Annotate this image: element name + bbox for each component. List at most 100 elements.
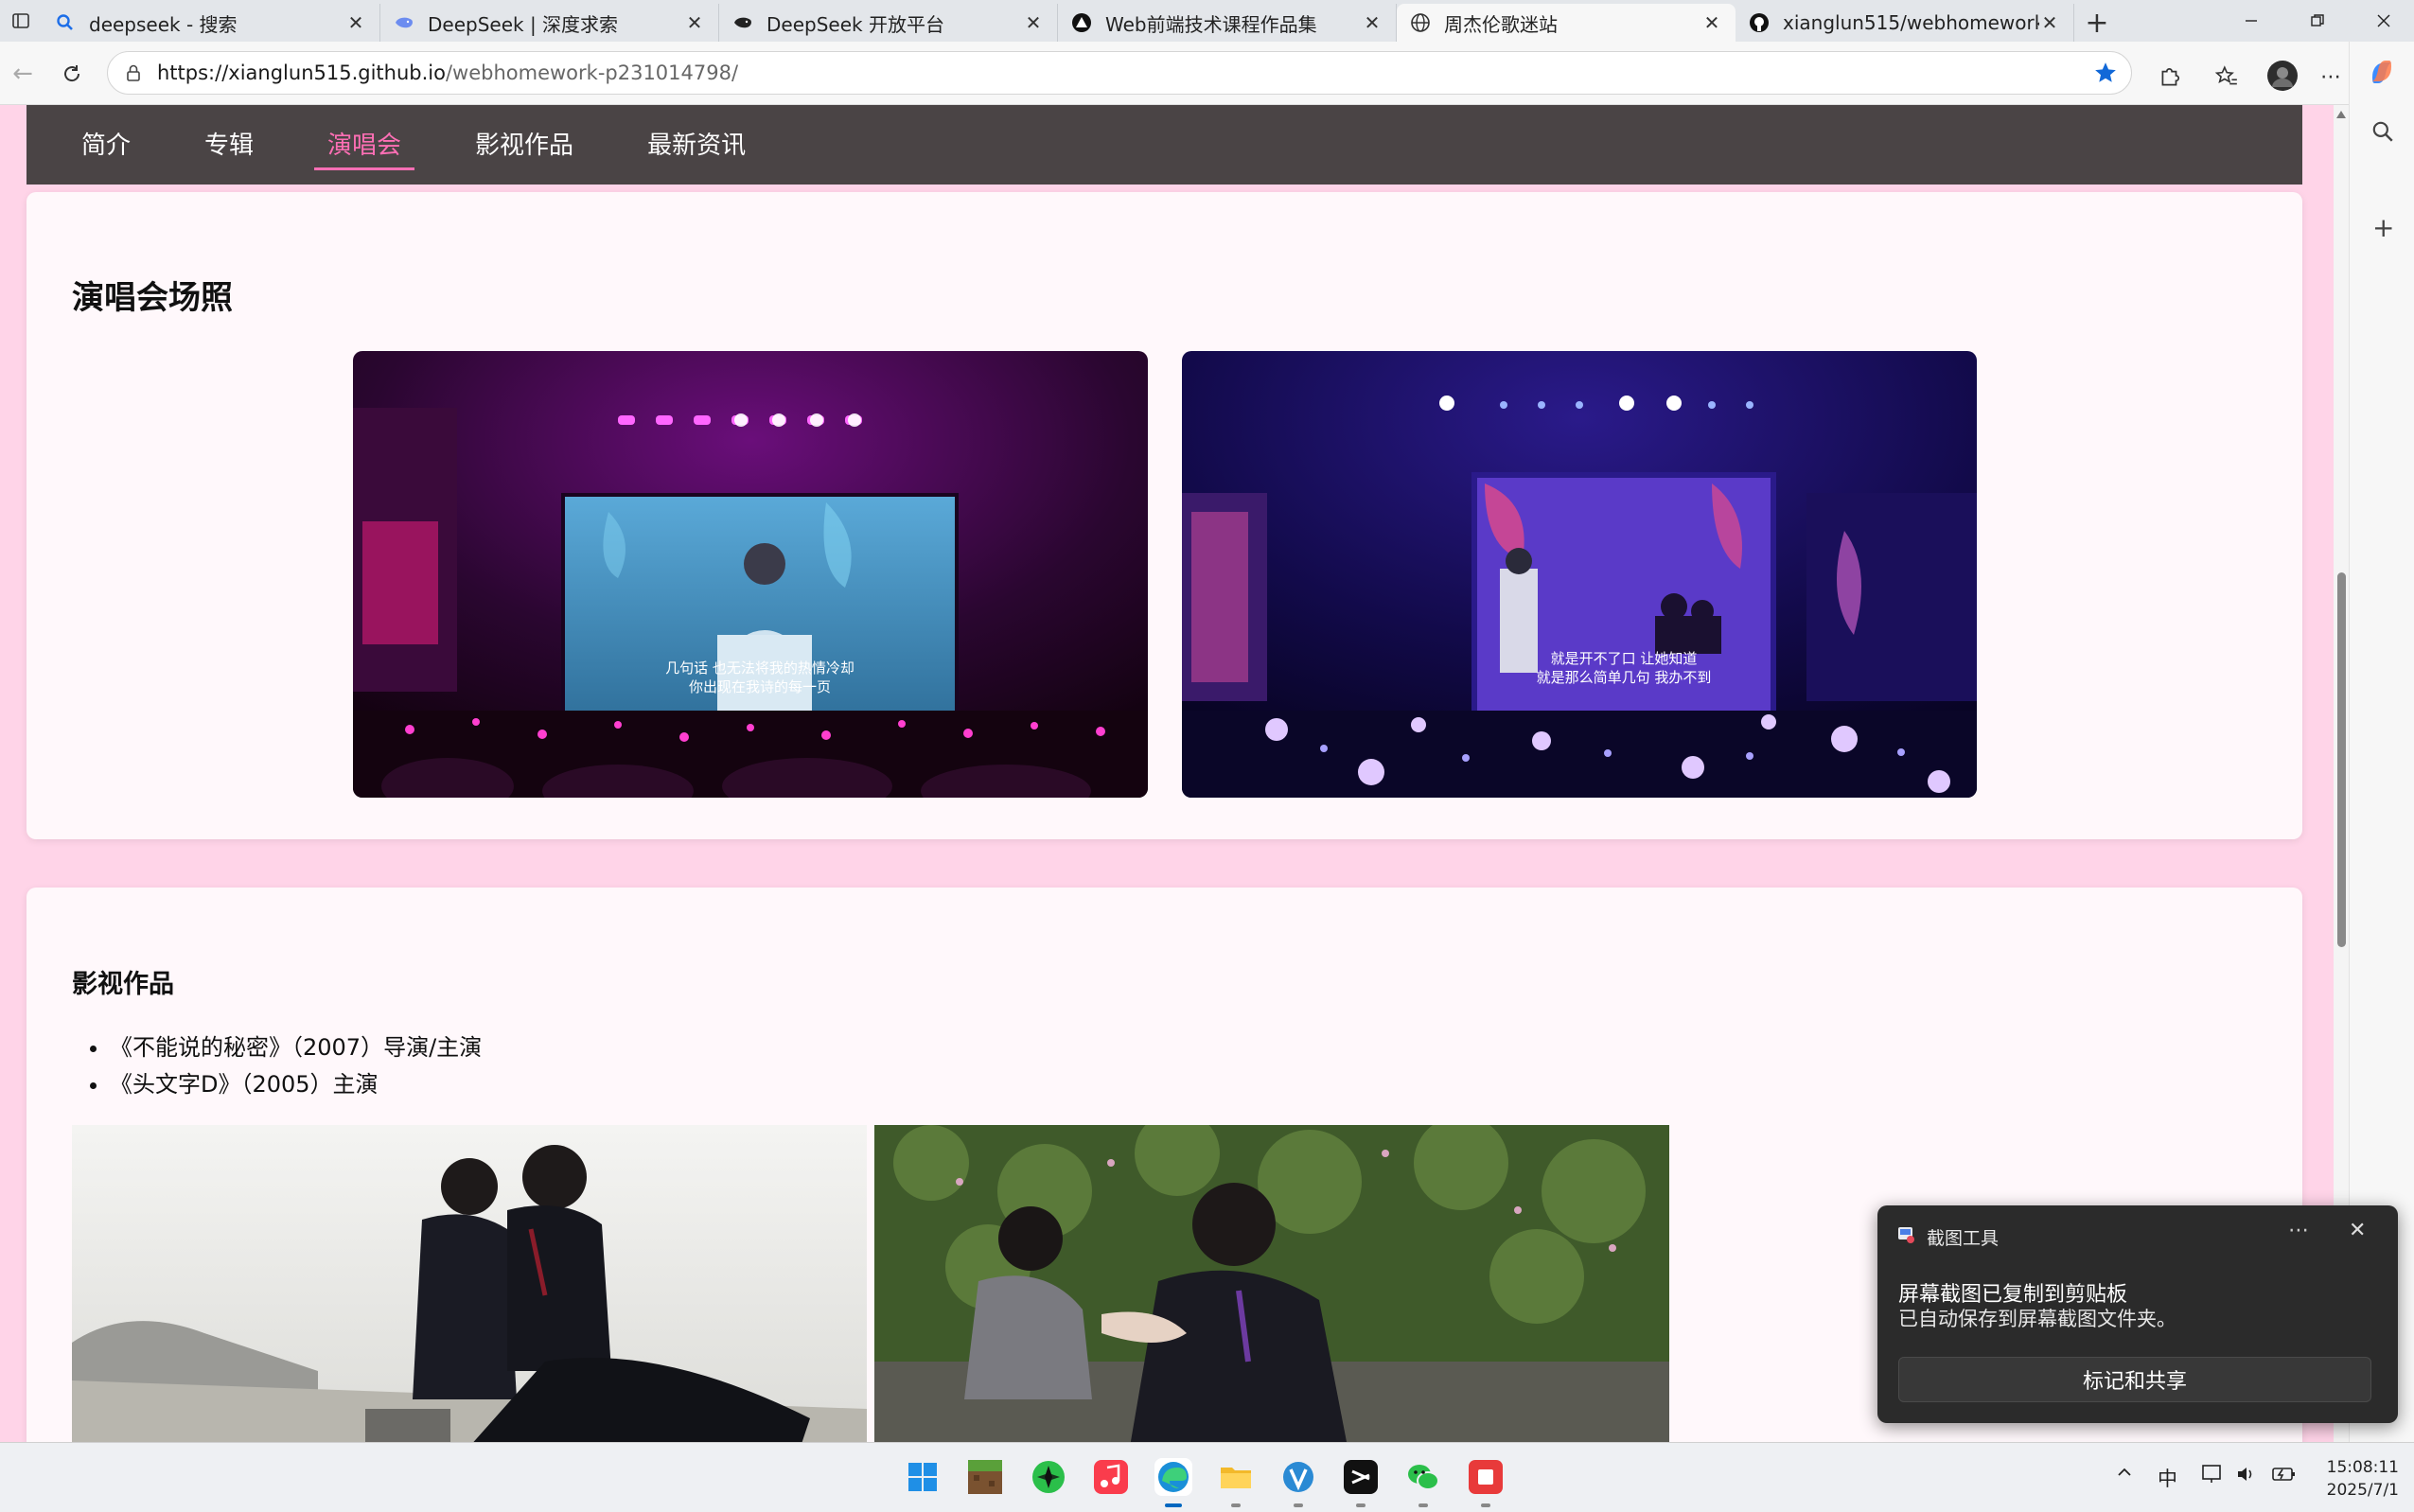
minimize-icon <box>2246 20 2257 22</box>
browser-tab[interactable]: DeepSeek 开放平台 ✕ <box>719 4 1058 42</box>
section-title: 影视作品 <box>72 970 174 999</box>
network-icon <box>2202 1465 2221 1483</box>
360-app[interactable] <box>1030 1458 1067 1496</box>
url-text: https://xianglun515.github.io/webhomewor… <box>157 62 738 84</box>
markup-and-share-button[interactable]: 标记和共享 <box>1898 1357 2371 1402</box>
favorite-star-icon[interactable] <box>2093 61 2118 85</box>
tab-close-icon[interactable]: ✕ <box>1362 11 1383 34</box>
refresh-icon <box>64 65 80 82</box>
running-indicator <box>1231 1503 1241 1507</box>
browser-tab-bar: deepseek - 搜索 ✕ DeepSeek | 深度求索 ✕ DeepSe… <box>0 0 2414 42</box>
folder-icon <box>1221 1468 1251 1488</box>
url-path: /webhomework-p231014798/ <box>445 62 739 84</box>
nav-link-concerts[interactable]: 演唱会 <box>314 120 415 170</box>
ime-indicator[interactable]: 中 <box>2158 1464 2177 1492</box>
copilot-icon <box>2372 61 2391 83</box>
capcut-app[interactable] <box>1342 1458 1380 1507</box>
deepseek-whale-icon <box>394 12 414 33</box>
clock-date: 2025/7/1 <box>2326 1481 2399 1500</box>
browser-toolbar: ← https://xianglun515.github.io/webhomew… <box>0 42 2414 105</box>
tab-title: deepseek - 搜索 <box>89 12 238 36</box>
url-domain: https://xianglun515.github.io <box>157 62 446 84</box>
favorites-list-icon <box>2214 65 2237 85</box>
music-app[interactable] <box>1092 1458 1130 1496</box>
tab-close-icon[interactable]: ✕ <box>2039 11 2060 34</box>
minecraft-grass-block-icon <box>968 1460 1002 1494</box>
more-dots-icon: ⋯ <box>2320 64 2341 89</box>
nav-link-films[interactable]: 影视作品 <box>475 120 573 170</box>
network-button[interactable] <box>2201 1464 2224 1489</box>
running-indicator <box>1165 1503 1182 1507</box>
vscode-like-app[interactable] <box>1279 1458 1317 1507</box>
tab-close-icon[interactable]: ✕ <box>1701 11 1722 34</box>
sidebar-add-button[interactable]: + <box>2372 212 2394 243</box>
edge-app[interactable] <box>1154 1458 1192 1507</box>
github-icon <box>1749 12 1770 33</box>
wechat-app[interactable] <box>1404 1458 1442 1507</box>
toast-app-name: 截图工具 <box>1927 1228 2000 1249</box>
tab-close-icon[interactable]: ✕ <box>345 11 366 34</box>
profile-avatar[interactable] <box>2265 59 2299 93</box>
site-navbar: 简介 专辑 演唱会 影视作品 最新资讯 <box>26 105 2302 185</box>
tab-title: Web前端技术课程作品集 <box>1105 12 1317 36</box>
show-hidden-icons-button[interactable] <box>2116 1464 2133 1486</box>
tab-close-icon[interactable]: ✕ <box>1023 11 1044 34</box>
toast-more-button[interactable]: ⋯ <box>2288 1219 2309 1242</box>
close-window-button[interactable] <box>2351 0 2414 42</box>
browser-tab[interactable]: DeepSeek | 深度求索 ✕ <box>380 4 719 42</box>
minimize-button[interactable] <box>2218 0 2284 42</box>
browser-tab[interactable]: Web前端技术课程作品集 ✕ <box>1058 4 1397 42</box>
tab-title: DeepSeek 开放平台 <box>766 12 944 36</box>
tab-close-icon[interactable]: ✕ <box>684 11 705 34</box>
file-explorer-app[interactable] <box>1217 1458 1255 1507</box>
restore-button[interactable] <box>2284 0 2351 42</box>
browser-tab[interactable]: deepseek - 搜索 ✕ <box>42 4 380 42</box>
running-indicator <box>1418 1503 1428 1507</box>
list-item: 《头文字D》（2005）主演 <box>110 1066 482 1103</box>
nav-link-intro[interactable]: 简介 <box>81 120 131 170</box>
volume-button[interactable] <box>2235 1464 2258 1489</box>
settings-more-button[interactable]: ⋯ <box>2317 62 2345 91</box>
start-button[interactable] <box>904 1458 942 1496</box>
battery-charging-icon <box>2272 1468 2295 1481</box>
red-app[interactable] <box>1467 1458 1505 1507</box>
v-logo-icon <box>1283 1462 1313 1492</box>
taskbar-clock[interactable]: 15:08:11 2025/7/1 <box>2309 1456 2399 1502</box>
section-title: 演唱会场照 <box>72 279 233 317</box>
chevron-up-icon <box>2118 1468 2131 1476</box>
battery-button[interactable] <box>2269 1464 2298 1489</box>
plus-icon: + <box>2372 212 2395 243</box>
clock-time: 15:08:11 <box>2326 1458 2399 1477</box>
nav-link-albums[interactable]: 专辑 <box>204 120 254 170</box>
refresh-button[interactable] <box>53 55 91 93</box>
minecraft-app[interactable] <box>966 1458 1004 1496</box>
copilot-button[interactable] <box>2367 57 2397 91</box>
toast-message-body: 已自动保存到屏幕截图文件夹。 <box>1898 1308 2176 1330</box>
lock-icon[interactable] <box>123 62 144 83</box>
scroll-up-arrow-icon[interactable] <box>2336 111 2346 118</box>
nav-link-news[interactable]: 最新资讯 <box>647 120 746 170</box>
snipping-tool-notification[interactable]: 截图工具 ⋯ ✕ 屏幕截图已复制到剪贴板 已自动保存到屏幕截图文件夹。 标记和共… <box>1877 1205 2398 1423</box>
scrollbar-thumb[interactable] <box>2337 572 2346 947</box>
globe-icon <box>1410 12 1431 33</box>
running-indicator <box>1356 1503 1366 1507</box>
sidebar-search-button[interactable] <box>2370 119 2395 144</box>
bing-search-icon <box>55 12 76 33</box>
photo-subtitle: 就是那么简单几句 我办不到 <box>1537 669 1712 686</box>
new-tab-button[interactable]: + <box>2074 4 2120 42</box>
back-button[interactable]: ← <box>4 55 42 93</box>
extensions-button[interactable] <box>2156 62 2184 91</box>
address-bar[interactable]: https://xianglun515.github.io/webhomewor… <box>107 51 2132 95</box>
capcut-icon <box>1344 1460 1378 1494</box>
toast-close-button[interactable]: ✕ <box>2349 1219 2366 1242</box>
back-arrow-icon: ← <box>12 60 33 88</box>
concert-photo: 几句话 也无法将我的热情冷却 你出现在我诗的每一页 <box>353 351 1148 798</box>
film-still <box>72 1125 867 1442</box>
search-icon <box>2372 121 2393 142</box>
favorites-button[interactable] <box>2212 62 2241 91</box>
tab-title: DeepSeek | 深度求索 <box>428 12 619 36</box>
browser-tab-active[interactable]: 周杰伦歌迷站 ✕ <box>1397 4 1736 42</box>
tab-actions-icon <box>12 13 29 28</box>
tab-actions-button[interactable] <box>0 0 42 42</box>
browser-tab[interactable]: xianglun515/webhomework-p231 ✕ <box>1736 4 2074 42</box>
